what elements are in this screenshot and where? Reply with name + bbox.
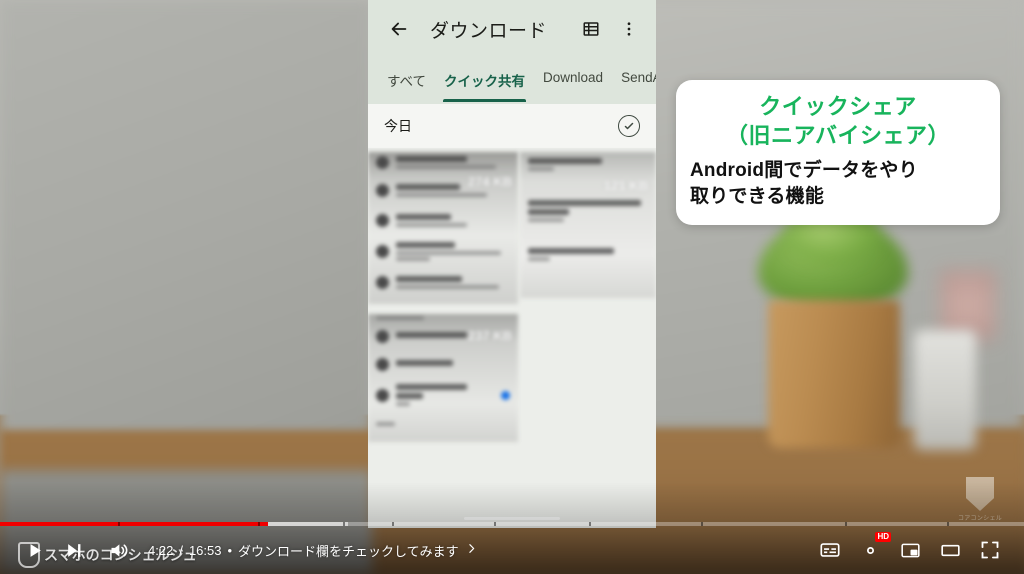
tab-download[interactable]: Download [534, 58, 612, 85]
total-time: 16:53 [188, 542, 222, 558]
list-item[interactable]: 237 KB [368, 314, 518, 442]
fullscreen-icon[interactable] [970, 530, 1010, 570]
check-circle-icon[interactable] [618, 115, 640, 137]
tab-bar[interactable]: すべて クイック共有 Download SendA [368, 58, 656, 104]
page-title: ダウンロード [430, 20, 548, 42]
callout-body-line2: 取りできる機能 [690, 185, 825, 207]
file-size: 237 KB [467, 328, 512, 343]
tab-all[interactable]: すべて [378, 58, 435, 90]
white-vase [914, 330, 976, 450]
callout-body-line1: Android間でデータをやり [690, 160, 918, 182]
list-view-icon[interactable] [578, 16, 604, 42]
tab-quick-share[interactable]: クイック共有 [435, 58, 534, 102]
subtitles-icon[interactable] [810, 530, 850, 570]
section-label: 今日 [384, 118, 412, 134]
play-icon[interactable] [14, 530, 54, 570]
callout-card: クイックシェア （旧ニアバイシェア） Android間でデータをやり 取りできる… [676, 80, 1000, 226]
bullet-separator: • [227, 542, 233, 558]
arrow-left-icon[interactable] [386, 16, 412, 42]
youtube-player[interactable]: ダウンロード すべて クイック共有 Download SendA 今日 [0, 0, 1024, 574]
list-item[interactable]: 121 KB [520, 152, 656, 298]
quality-badge: HD [875, 532, 891, 542]
tab-sendanywhere[interactable]: SendA [612, 58, 656, 85]
callout-heading-line1: クイックシェア [759, 94, 917, 119]
volume-icon[interactable] [98, 530, 138, 570]
time-and-chapter: 4:22 / 16:53 • ダウンロード欄をチェックしてみます [148, 541, 478, 560]
current-time: 4:22 [148, 542, 174, 558]
download-thumbnail-list[interactable]: 274 KB 121 KB 237 KB [368, 148, 656, 528]
chevron-right-icon[interactable] [465, 542, 478, 558]
section-header-today: 今日 [368, 104, 656, 148]
gear-icon[interactable]: HD [850, 530, 891, 570]
time-separator: / [179, 542, 183, 558]
more-vertical-icon[interactable] [616, 16, 642, 42]
phone-screen-recording: ダウンロード すべて クイック共有 Download SendA 今日 [368, 0, 656, 528]
plant-pot [768, 300, 900, 448]
player-control-bar[interactable]: 4:22 / 16:53 • ダウンロード欄をチェックしてみます HD [0, 526, 1024, 574]
file-size: 121 KB [603, 178, 648, 193]
miniplayer-icon[interactable] [890, 530, 930, 570]
app-bar: ダウンロード [368, 0, 656, 58]
list-item[interactable]: 274 KB [368, 152, 518, 304]
next-track-icon[interactable] [54, 530, 94, 570]
chapter-title[interactable]: ダウンロード欄をチェックしてみます [238, 541, 459, 560]
callout-heading-line2: （旧ニアバイシェア） [725, 123, 951, 149]
theater-mode-icon[interactable] [930, 530, 970, 570]
